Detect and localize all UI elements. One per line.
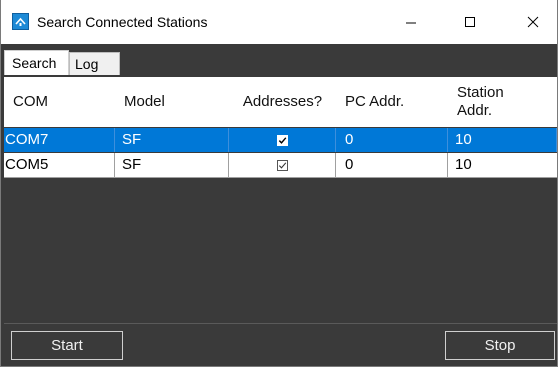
- app-icon: [12, 13, 29, 30]
- start-button[interactable]: Start: [11, 331, 123, 360]
- cell-model: SF: [115, 128, 229, 152]
- tab-strip: Search Log: [1, 44, 557, 75]
- tab-search[interactable]: Search: [4, 50, 69, 75]
- search-stations-window: Search Connected Stations Search Log COM…: [0, 0, 558, 367]
- cell-com: COM7: [4, 128, 115, 152]
- cell-addresses: [229, 153, 336, 177]
- column-header-com[interactable]: COM: [4, 77, 115, 127]
- cell-pc-addr: 0: [336, 153, 448, 177]
- cell-com: COM5: [4, 153, 115, 177]
- stop-button[interactable]: Stop: [445, 331, 555, 360]
- column-header-station-addr[interactable]: Station Addr.: [448, 77, 557, 127]
- maximize-icon: [465, 17, 475, 27]
- cell-addresses: [229, 128, 336, 152]
- checkmark-icon: [278, 161, 286, 169]
- title-bar[interactable]: Search Connected Stations: [1, 0, 557, 44]
- close-button[interactable]: [510, 0, 556, 44]
- column-header-pc-addr[interactable]: PC Addr.: [336, 77, 448, 127]
- minimize-button[interactable]: [388, 0, 434, 44]
- table-row[interactable]: COM7 SF 0 10: [4, 128, 557, 152]
- cell-station-addr: 10: [455, 156, 472, 173]
- tab-log[interactable]: Log: [69, 52, 120, 75]
- column-header-station-addr-label: Station Addr.: [457, 84, 504, 119]
- maximize-button[interactable]: [447, 0, 493, 44]
- close-icon: [527, 16, 539, 28]
- minimize-icon: [406, 22, 416, 24]
- column-header-model[interactable]: Model: [115, 77, 229, 127]
- addresses-checkbox[interactable]: [276, 134, 288, 146]
- addresses-checkbox[interactable]: [276, 159, 288, 171]
- table-row[interactable]: COM5 SF 0 10: [4, 153, 557, 177]
- window-title: Search Connected Stations: [37, 14, 208, 30]
- bottom-divider: [4, 323, 557, 324]
- cell-station-addr: 10: [448, 128, 557, 152]
- table-header: COM Model Addresses? PC Addr. Station Ad…: [4, 77, 557, 127]
- cell-model: SF: [115, 153, 229, 177]
- row-divider: [4, 177, 557, 178]
- stations-table[interactable]: COM Model Addresses? PC Addr. Station Ad…: [4, 77, 557, 178]
- cell-pc-addr: 0: [336, 128, 448, 152]
- column-header-addresses[interactable]: Addresses?: [229, 77, 336, 127]
- checkmark-icon: [278, 136, 286, 144]
